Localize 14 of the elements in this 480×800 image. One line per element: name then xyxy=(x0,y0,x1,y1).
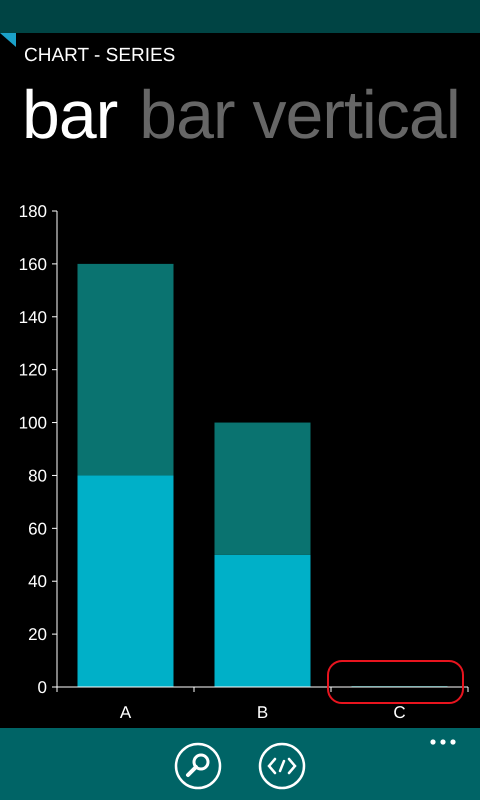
y-tick-label: 140 xyxy=(18,308,47,327)
x-category-label: A xyxy=(120,703,132,722)
y-tick-label: 0 xyxy=(38,678,47,697)
y-tick-label: 180 xyxy=(18,202,47,221)
app-title: CHART - SERIES xyxy=(24,45,176,67)
y-tick-label: 40 xyxy=(28,572,47,592)
y-tick-label: 120 xyxy=(18,360,47,380)
y-tick-label: 80 xyxy=(28,466,47,486)
x-category-label: C xyxy=(393,703,406,722)
y-tick-label: 100 xyxy=(18,414,47,433)
y-tick-label: 160 xyxy=(18,254,47,274)
x-category-label: B xyxy=(256,703,268,722)
y-tick-label: 20 xyxy=(28,625,47,644)
y-tick-label: 60 xyxy=(28,519,47,538)
